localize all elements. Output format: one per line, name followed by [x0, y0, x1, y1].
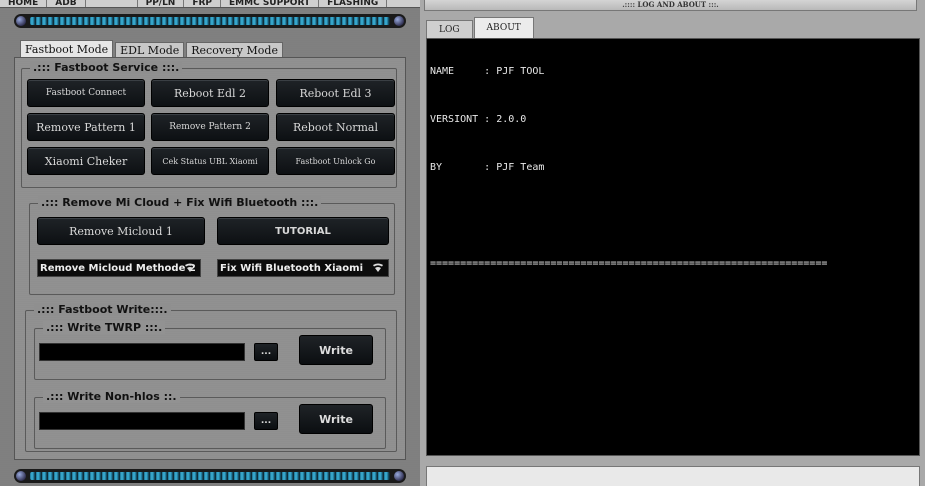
micloud-group: .::: Remove Mi Cloud + Fix Wifi Bluetoot…: [29, 196, 395, 295]
menu-tab-home[interactable]: HOME: [0, 0, 48, 7]
micloud-method-value: Remove Micloud Methode 2: [40, 262, 196, 274]
tab-log[interactable]: LOG: [426, 20, 473, 38]
led-dots: [30, 17, 390, 25]
menu-tab-flashing[interactable]: FLASHING: [319, 0, 388, 7]
fastboot-write-group: .::: Fastboot Write:::. .::: Write TWRP …: [25, 303, 397, 452]
log-about-title: .:::: LOG AND ABOUT :::.: [622, 0, 719, 9]
about-by-line: BY : PJF Team: [430, 162, 545, 173]
wifi-chevron-icon: [185, 263, 195, 272]
tab-recovery-mode[interactable]: Recovery Mode: [186, 42, 283, 58]
fastboot-connect-button[interactable]: Fastboot Connect: [27, 79, 145, 107]
fastboot-mode-panel: .::: Fastboot Service :::. Fastboot Conn…: [14, 57, 406, 460]
xiaomi-cheker-button[interactable]: Xiaomi Cheker: [27, 147, 145, 175]
tab-fastboot-mode[interactable]: Fastboot Mode: [20, 40, 114, 58]
about-name-line: NAME : PJF TOOL: [430, 66, 545, 77]
fastboot-unlock-go-button[interactable]: Fastboot Unlock Go: [276, 147, 395, 175]
led-strip-top: [14, 14, 406, 28]
reboot-edl-3-button[interactable]: Reboot Edl 3: [276, 79, 395, 107]
twrp-path-input[interactable]: [39, 343, 245, 361]
micloud-method-select[interactable]: Remove Micloud Methode 2: [37, 259, 201, 277]
nonhlos-write-button[interactable]: Write: [299, 404, 373, 434]
about-console: NAME : PJF TOOL VERSIONT : 2.0.0 BY : PJ…: [426, 38, 920, 456]
menu-tab-adb[interactable]: ADB: [47, 0, 86, 7]
mode-tabs: Fastboot Mode EDL Mode Recovery Mode: [20, 40, 285, 58]
nonhlos-browse-button[interactable]: ...: [254, 412, 278, 430]
rivet-icon: [394, 16, 404, 26]
menu-tab-emmc-support[interactable]: EMMC SUPPORT: [221, 0, 320, 7]
top-menu: HOME ADB PP/LN FRP EMMC SUPPORT FLASHING: [0, 0, 420, 8]
remove-micloud-1-button[interactable]: Remove Micloud 1: [37, 217, 205, 245]
led-dots: [30, 472, 390, 480]
cek-status-ubl-button[interactable]: Cek Status UBL Xiaomi: [151, 147, 269, 175]
reboot-edl-2-button[interactable]: Reboot Edl 2: [151, 79, 269, 107]
fastboot-service-title: .::: Fastboot Service :::.: [30, 61, 183, 74]
twrp-browse-button[interactable]: ...: [254, 343, 278, 361]
micloud-title: .::: Remove Mi Cloud + Fix Wifi Bluetoot…: [38, 196, 322, 209]
write-nonhlos-group: .::: Write Non-hlos ::. ... Write: [34, 390, 386, 449]
remove-pattern-1-button[interactable]: Remove Pattern 1: [27, 113, 145, 141]
remove-pattern-2-button[interactable]: Remove Pattern 2: [151, 113, 269, 141]
twrp-write-button[interactable]: Write: [299, 335, 373, 365]
write-twrp-title: .::: Write TWRP :::.: [43, 321, 166, 334]
left-panel: Fastboot Mode EDL Mode Recovery Mode .::…: [0, 8, 420, 486]
write-nonhlos-title: .::: Write Non-hlos ::.: [43, 390, 180, 403]
menu-tab-fastboot[interactable]: [86, 0, 138, 7]
separator-line: ========================================…: [430, 258, 828, 269]
about-version-line: VERSIONT : 2.0.0: [430, 114, 527, 125]
fix-wifi-select[interactable]: Fix Wifi Bluetooth Xiaomi: [217, 259, 389, 277]
rivet-icon: [394, 471, 404, 481]
log-tabs: LOG ABOUT: [426, 17, 535, 38]
fastboot-service-group: .::: Fastboot Service :::. Fastboot Conn…: [21, 61, 397, 188]
rivet-icon: [16, 16, 26, 26]
nonhlos-path-input[interactable]: [39, 412, 245, 430]
log-about-header: .:::: LOG AND ABOUT :::.: [424, 0, 917, 11]
status-bar: [426, 466, 920, 486]
tab-edl-mode[interactable]: EDL Mode: [115, 42, 185, 58]
menu-tab-pp-ln[interactable]: PP/LN: [138, 0, 185, 7]
rivet-icon: [16, 471, 26, 481]
write-twrp-group: .::: Write TWRP :::. ... Write: [34, 321, 386, 380]
fix-wifi-value: Fix Wifi Bluetooth Xiaomi: [220, 262, 363, 274]
tutorial-button[interactable]: TUTORIAL: [217, 217, 389, 245]
led-strip-bottom: [14, 469, 406, 483]
wifi-chevron-icon: [373, 263, 383, 272]
menu-tab-frp[interactable]: FRP: [184, 0, 222, 7]
fastboot-write-title: .::: Fastboot Write:::.: [34, 303, 171, 316]
right-panel: .:::: LOG AND ABOUT :::. LOG ABOUT NAME …: [420, 0, 925, 486]
reboot-normal-button[interactable]: Reboot Normal: [276, 113, 395, 141]
tab-about[interactable]: ABOUT: [473, 17, 534, 38]
